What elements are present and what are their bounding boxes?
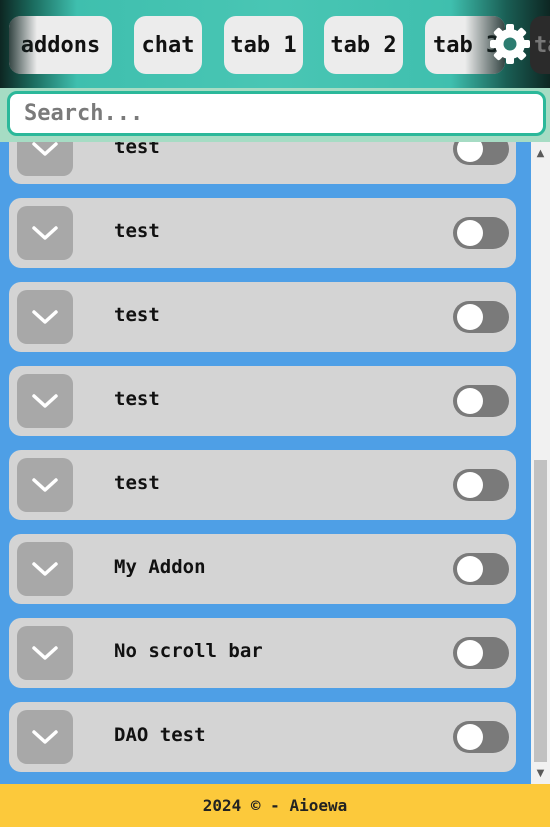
addon-row: test (9, 282, 516, 352)
addon-name: My Addon (114, 556, 206, 578)
addon-name: test (114, 472, 160, 494)
toggle-knob (457, 304, 483, 330)
search-bar (0, 88, 550, 142)
expand-button[interactable] (17, 290, 73, 344)
expand-button[interactable] (17, 206, 73, 260)
addon-row: DAO test (9, 702, 516, 772)
tab-bar: addons chat tab 1 tab 2 tab 3 ta (0, 0, 550, 88)
chevron-down-icon (32, 394, 58, 408)
addon-toggle[interactable] (453, 553, 509, 585)
chevron-down-icon (32, 646, 58, 660)
tab-label: addons (20, 32, 101, 58)
footer-text: 2024 © - Aioewa (202, 796, 348, 815)
toggle-knob (457, 220, 483, 246)
expand-button[interactable] (17, 626, 73, 680)
addon-row: test (9, 198, 516, 268)
addon-row: No scroll bar (9, 618, 516, 688)
chevron-down-icon (32, 562, 58, 576)
tab-chat[interactable]: chat (134, 16, 202, 74)
addon-list: test test test test test My Addon No scr… (0, 142, 531, 784)
addon-toggle[interactable] (453, 301, 509, 333)
addon-name: test (114, 220, 160, 242)
expand-button[interactable] (17, 458, 73, 512)
addon-toggle[interactable] (453, 217, 509, 249)
chevron-down-icon (32, 310, 58, 324)
addon-toggle[interactable] (453, 142, 509, 165)
chevron-down-icon (32, 142, 58, 156)
addon-name: test (114, 142, 160, 158)
addon-row: My Addon (9, 534, 516, 604)
addon-toggle[interactable] (453, 721, 509, 753)
scroll-thumb[interactable] (534, 460, 547, 762)
addon-name: No scroll bar (114, 640, 263, 662)
tab-label: ta (534, 32, 550, 58)
list-scrollbar[interactable]: ▲ ▼ (531, 142, 550, 784)
addon-row: test (9, 450, 516, 520)
toggle-knob (457, 724, 483, 750)
tab-addons[interactable]: addons (9, 16, 112, 74)
scroll-up-icon[interactable]: ▲ (531, 144, 550, 162)
toggle-knob (457, 388, 483, 414)
addon-toggle[interactable] (453, 469, 509, 501)
tab-label: chat (141, 32, 195, 58)
toggle-knob (457, 556, 483, 582)
toggle-knob (457, 142, 483, 162)
addon-row: test (9, 366, 516, 436)
addon-name: test (114, 304, 160, 326)
tab-label: tab 1 (230, 32, 297, 58)
tab-tab-2[interactable]: tab 2 (324, 16, 403, 74)
toggle-knob (457, 640, 483, 666)
chevron-down-icon (32, 226, 58, 240)
chevron-down-icon (32, 478, 58, 492)
tab-tab-1[interactable]: tab 1 (224, 16, 303, 74)
gear-icon[interactable] (486, 20, 534, 68)
expand-button[interactable] (17, 542, 73, 596)
addon-toggle[interactable] (453, 637, 509, 669)
tab-label: tab 2 (330, 32, 397, 58)
scroll-down-icon[interactable]: ▼ (531, 764, 550, 782)
addon-name: test (114, 388, 160, 410)
toggle-knob (457, 472, 483, 498)
expand-button[interactable] (17, 374, 73, 428)
footer: 2024 © - Aioewa (0, 784, 550, 827)
chevron-down-icon (32, 730, 58, 744)
search-input[interactable] (7, 91, 546, 136)
addon-toggle[interactable] (453, 385, 509, 417)
expand-button[interactable] (17, 710, 73, 764)
addon-name: DAO test (114, 724, 206, 746)
expand-button[interactable] (17, 142, 73, 176)
addon-row: test (9, 142, 516, 184)
